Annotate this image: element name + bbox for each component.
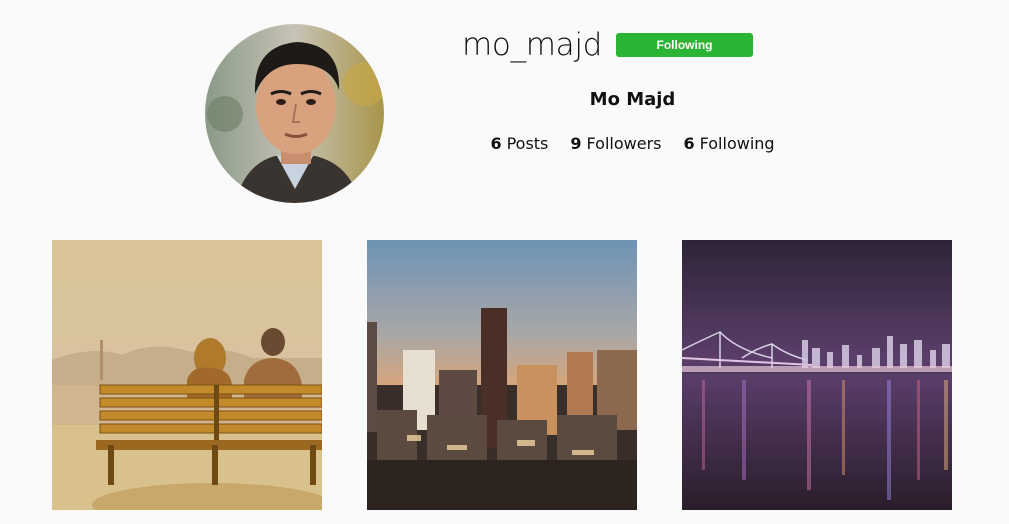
username: mo_majd [462, 27, 603, 63]
posts-count[interactable]: 6 Posts [490, 133, 548, 155]
following-button[interactable]: Following [616, 33, 753, 57]
post-thumbnail-3[interactable] [682, 240, 952, 510]
following-count[interactable]: 6 Following [683, 133, 774, 155]
profile-stats: 6 Posts 9 Followers 6 Following [462, 133, 803, 155]
profile-avatar [205, 24, 384, 203]
full-name: Mo Majd [589, 89, 676, 110]
followers-count-label: Followers [586, 134, 662, 153]
followers-count-number: 9 [570, 134, 582, 153]
followers-count[interactable]: 9 Followers [570, 133, 661, 155]
following-count-label: Following [699, 134, 775, 153]
post-thumbnail-1[interactable] [52, 240, 322, 510]
posts-count-label: Posts [506, 134, 549, 153]
following-count-number: 6 [683, 134, 695, 153]
post-thumbnail-2[interactable] [367, 240, 637, 510]
posts-count-number: 6 [490, 134, 502, 153]
